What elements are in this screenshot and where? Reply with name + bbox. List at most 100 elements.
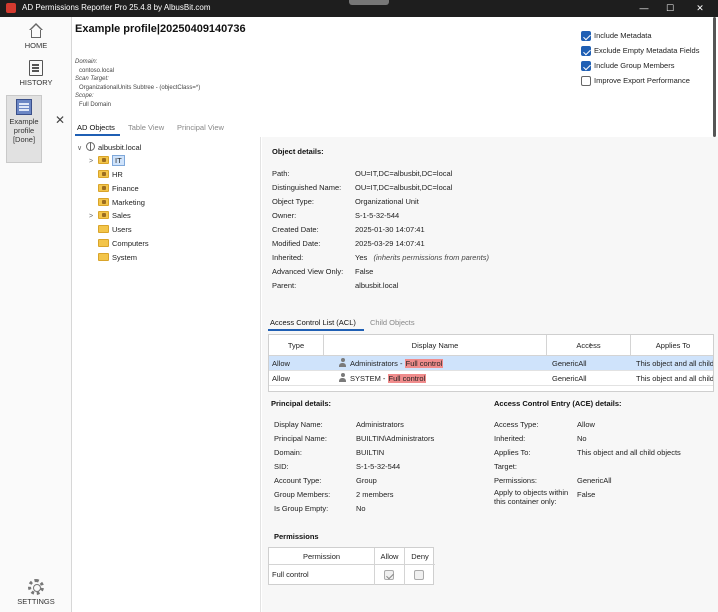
minimize-button[interactable]: —	[634, 2, 654, 15]
principal-value: 2 members	[356, 490, 394, 499]
page-scrollbar[interactable]	[713, 17, 716, 137]
detail-key: Advanced View Only:	[272, 267, 344, 276]
principal-value: Group	[356, 476, 377, 485]
cell-access: GenericAll	[552, 359, 587, 368]
active-tab-indicator	[75, 134, 120, 136]
folder-icon	[98, 239, 109, 247]
table-row[interactable]: Allow Administrators - Full control Gene…	[269, 356, 714, 371]
ace-value: GenericAll	[577, 476, 612, 485]
close-profile-icon[interactable]: ✕	[55, 113, 65, 127]
title-bar: AD Permissions Reporter Pro 25.4.8 by Al…	[0, 0, 718, 17]
report-options: Include Metadata Exclude Empty Metadata …	[581, 31, 699, 91]
ad-object-tree: ∨ albusbit.local > IT HR Finance Marketing…	[73, 137, 261, 612]
settings-nav-button[interactable]: SETTINGS	[0, 579, 72, 606]
permission-highlight: Full control	[387, 374, 427, 383]
ace-key: Target:	[494, 462, 517, 471]
checkbox-unchecked-icon	[414, 570, 424, 580]
maximize-button[interactable]: ☐	[660, 2, 680, 15]
detail-value: OU=IT,DC=albusbit,DC=local	[355, 169, 453, 178]
window-drag-grip[interactable]	[349, 0, 389, 5]
option-label: Include Metadata	[594, 31, 652, 40]
improve-export-performance-checkbox[interactable]: Improve Export Performance	[581, 76, 699, 91]
tab-principal-view[interactable]: Principal View	[177, 123, 224, 132]
tree-node-label: System	[112, 253, 138, 262]
column-header-type[interactable]: Type	[269, 335, 324, 356]
domain-icon	[86, 142, 95, 151]
detail-key: Distinguished Name:	[272, 183, 342, 192]
tree-node-hr[interactable]: HR	[98, 169, 123, 182]
tab-table-view[interactable]: Table View	[128, 123, 164, 132]
chevron-down-icon[interactable]: ∨	[77, 143, 86, 155]
principal-value: Administrators	[356, 420, 404, 429]
include-group-members-checkbox[interactable]: Include Group Members	[581, 61, 699, 76]
checkbox-unchecked-icon[interactable]	[581, 76, 591, 86]
detail-key: Parent:	[272, 281, 297, 290]
permission-highlight: Full control	[404, 359, 444, 368]
tree-node-root[interactable]: ∨ albusbit.local	[77, 142, 141, 155]
chevron-right-icon[interactable]: >	[89, 211, 98, 223]
inherited-value: Yes	[355, 253, 368, 262]
column-header-label: Display Name	[411, 341, 459, 350]
checkbox-checked-icon[interactable]	[581, 61, 591, 71]
tree-node-computers[interactable]: Computers	[98, 238, 149, 251]
permissions-table: Permission Allow Deny Full control	[268, 547, 435, 585]
detail-key: Owner:	[272, 211, 297, 220]
option-label: Improve Export Performance	[594, 76, 690, 85]
home-nav-button[interactable]: HOME	[0, 23, 72, 50]
profile-title: Example profile|20250409140736	[75, 23, 246, 35]
tree-node-label: Finance	[112, 184, 139, 193]
column-header-applies-to[interactable]: Applies To	[631, 335, 713, 356]
acl-tabs: Access Control List (ACL) Child Objects	[268, 315, 714, 331]
principal-name: Administrators	[350, 359, 398, 368]
ou-folder-icon	[98, 198, 109, 206]
column-header-display-name[interactable]: Display Name ↑	[324, 335, 593, 356]
option-label: Exclude Empty Metadata Fields	[594, 46, 700, 55]
tree-node-marketing[interactable]: Marketing	[98, 197, 145, 210]
exclude-empty-metadata-checkbox[interactable]: Exclude Empty Metadata Fields	[581, 46, 699, 61]
tree-node-users[interactable]: Users	[98, 224, 132, 237]
tab-ad-objects[interactable]: AD Objects	[77, 123, 115, 132]
cell-allow	[375, 565, 405, 585]
cell-permission: Full control	[269, 565, 375, 585]
checkbox-checked-icon[interactable]	[581, 31, 591, 41]
tab-acl[interactable]: Access Control List (ACL)	[270, 318, 356, 327]
tree-node-label: Marketing	[112, 198, 145, 207]
tree-node-sales[interactable]: > Sales	[89, 210, 131, 223]
name-separator: -	[380, 374, 388, 383]
history-nav-button[interactable]: HISTORY	[0, 60, 72, 87]
folder-icon	[98, 253, 109, 261]
navigation-rail: HOME HISTORY Example profile [Done] ✕ SE…	[0, 17, 72, 612]
principal-key: SID:	[274, 462, 289, 471]
profile-tab-example[interactable]: Example profile [Done]	[6, 95, 42, 163]
ou-folder-icon	[98, 211, 109, 219]
profile-tab-status: [Done]	[12, 135, 36, 144]
tree-node-system[interactable]: System	[98, 252, 137, 265]
folder-icon	[98, 225, 109, 233]
tree-node-it[interactable]: > IT	[89, 155, 125, 168]
checkbox-checked-icon[interactable]	[581, 46, 591, 56]
chevron-right-icon[interactable]: >	[89, 156, 98, 168]
profile-report-icon	[16, 99, 32, 115]
settings-label: SETTINGS	[17, 597, 55, 606]
tab-child-objects[interactable]: Child Objects	[370, 318, 415, 327]
column-header-permission: Permission	[269, 548, 375, 565]
active-tab-indicator	[268, 329, 364, 331]
tree-node-finance[interactable]: Finance	[98, 183, 139, 196]
tree-node-label: Computers	[112, 239, 149, 248]
cell-deny	[405, 565, 435, 585]
cell-type: Allow	[272, 359, 290, 368]
column-header-access[interactable]: Access	[547, 335, 631, 356]
ace-key: Permissions:	[494, 476, 537, 485]
cell-display-name: SYSTEM - Full control	[338, 371, 543, 386]
ace-value: Allow	[577, 420, 595, 429]
cell-display-name: Administrators - Full control	[338, 356, 543, 371]
include-metadata-checkbox[interactable]: Include Metadata	[581, 31, 699, 46]
close-window-button[interactable]: ✕	[690, 2, 710, 15]
cell-applies-to: This object and all child objects	[636, 359, 714, 368]
ou-folder-icon	[98, 184, 109, 192]
meta-scan-target-key: Scan Target:	[75, 76, 109, 82]
window-title: AD Permissions Reporter Pro 25.4.8 by Al…	[22, 3, 211, 12]
profile-tab-line1: Example	[9, 117, 39, 126]
table-row[interactable]: Allow SYSTEM - Full control GenericAll T…	[269, 371, 713, 386]
detail-value: OU=IT,DC=albusbit,DC=local	[355, 183, 453, 192]
